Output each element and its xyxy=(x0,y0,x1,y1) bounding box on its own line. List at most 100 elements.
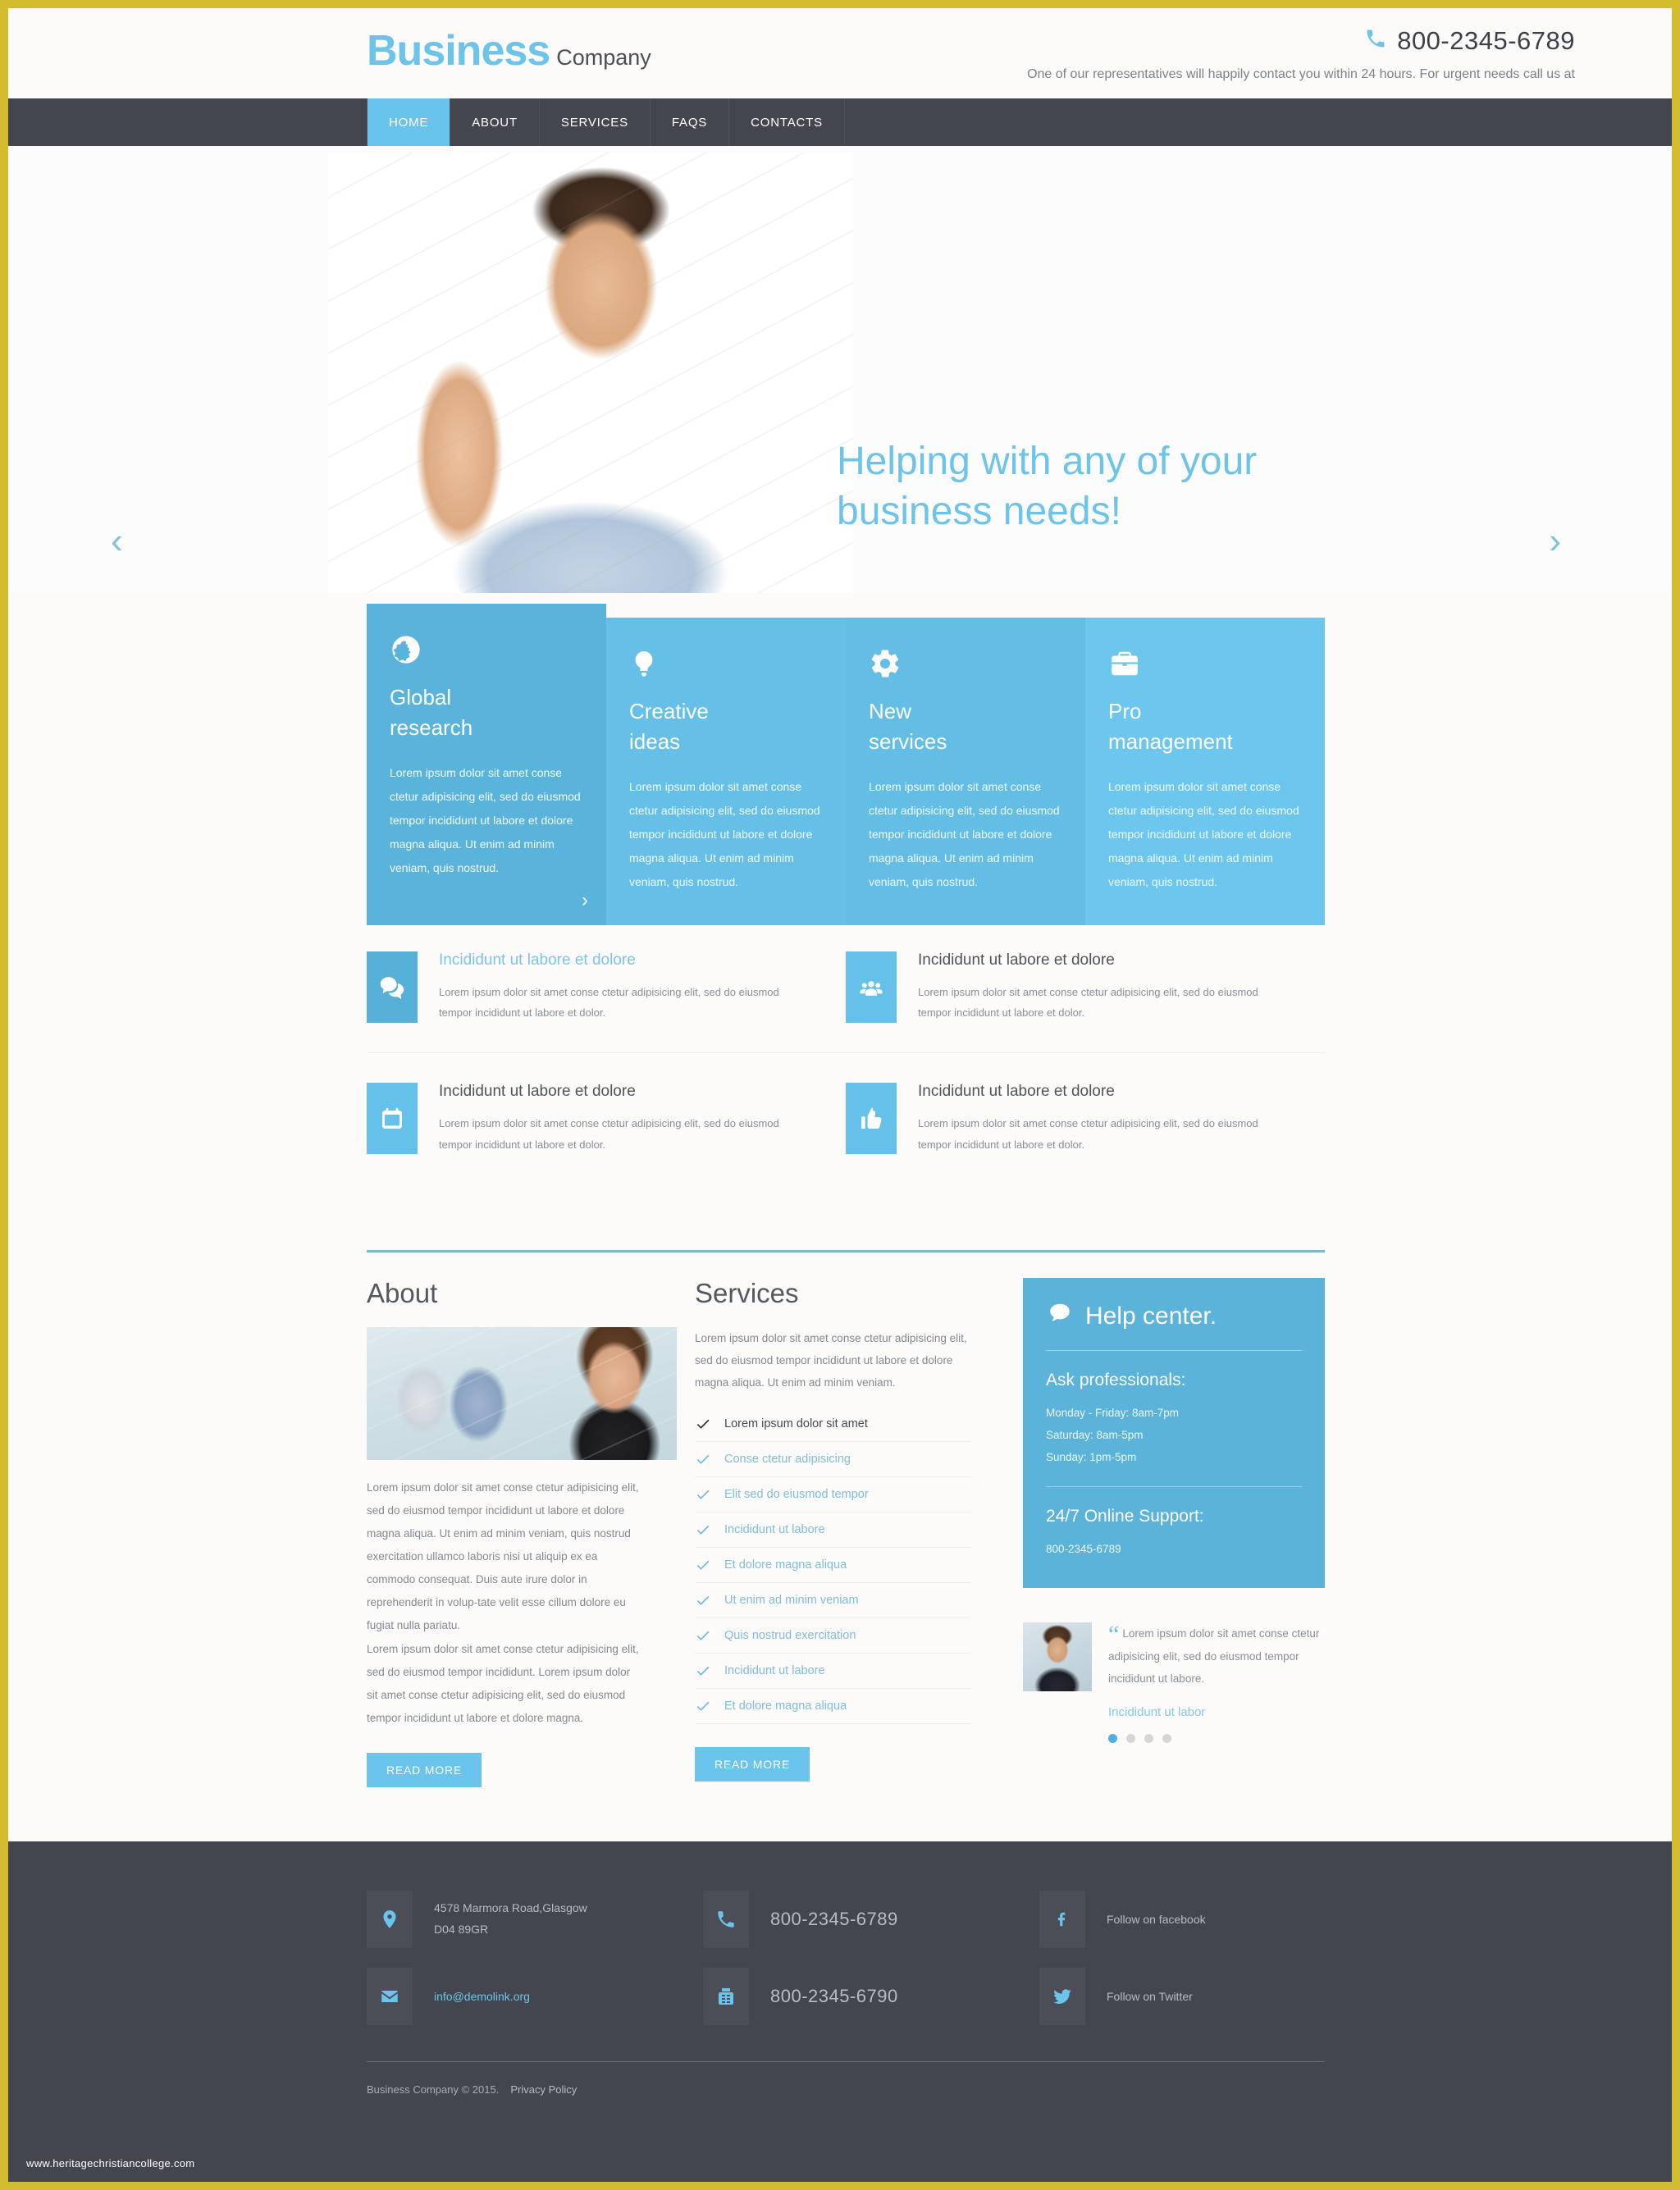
gear-icon xyxy=(869,646,1062,682)
check-icon xyxy=(695,1522,711,1538)
services-intro: Lorem ipsum dolor sit amet conse ctetur … xyxy=(695,1332,967,1389)
services-list-item[interactable]: Et dolore magna aliqua xyxy=(695,1689,972,1724)
feature-title-line2: services xyxy=(869,728,947,754)
footer-phone: 800-2345-6789 xyxy=(703,1891,1039,1948)
about-title: About xyxy=(367,1278,438,1308)
nav-item-contacts[interactable]: CONTACTS xyxy=(729,98,845,146)
feature-title-line2: research xyxy=(390,714,473,740)
pagination-dot[interactable] xyxy=(1108,1734,1117,1744)
services-list-item[interactable]: Lorem ipsum dolor sit amet xyxy=(695,1407,972,1442)
main-navigation: HOME ABOUT SERVICES FAQS CONTACTS xyxy=(8,98,1672,146)
help-center-support-phone[interactable]: 800-2345-6789 xyxy=(1046,1538,1302,1560)
services-list-item[interactable]: Quis nostrud exercitation xyxy=(695,1618,972,1654)
nav-item-services[interactable]: SERVICES xyxy=(540,98,651,146)
calendar-icon xyxy=(367,1083,418,1155)
check-icon xyxy=(695,1486,711,1503)
info-block-title[interactable]: Incididunt ut labore et dolore xyxy=(439,951,805,970)
feature-card-more-arrow-icon[interactable]: › xyxy=(582,891,588,910)
services-list-item[interactable]: Ut enim ad minim veniam xyxy=(695,1583,972,1618)
feature-card-pro-management[interactable]: Pro management Lorem ipsum dolor sit ame… xyxy=(1085,618,1325,925)
info-block-title[interactable]: Incididunt ut labore et dolore xyxy=(918,1083,1284,1102)
services-list-label: Incididunt ut labore xyxy=(724,1523,825,1536)
check-icon xyxy=(695,1663,711,1679)
info-block-text: Lorem ipsum dolor sit amet conse ctetur … xyxy=(918,985,1258,1020)
footer-fax: 800-2345-6790 xyxy=(703,1968,1039,2025)
nav-item-about[interactable]: ABOUT xyxy=(450,98,540,146)
footer-privacy-link[interactable]: Privacy Policy xyxy=(510,2083,577,2096)
services-list-label: Incididunt ut labore xyxy=(724,1664,825,1677)
info-block-title[interactable]: Incididunt ut labore et dolore xyxy=(439,1083,805,1102)
briefcase-icon xyxy=(1108,646,1302,682)
about-read-more-button[interactable]: READ MORE xyxy=(367,1752,482,1787)
content-columns: About Lorem ipsum dolor sit amet conse c… xyxy=(367,1278,1325,1787)
check-icon xyxy=(695,1698,711,1714)
testimonial: “Lorem ipsum dolor sit amet conse ctetur… xyxy=(1023,1622,1325,1744)
globe-icon xyxy=(390,632,583,668)
info-block-team[interactable]: Incididunt ut labore et dolore Lorem ips… xyxy=(846,951,1325,1023)
help-center-support-title: 24/7 Online Support: xyxy=(1046,1507,1204,1526)
feature-title-line2: ideas xyxy=(629,728,681,754)
services-list-item[interactable]: Et dolore magna aliqua xyxy=(695,1548,972,1583)
pagination-dot[interactable] xyxy=(1162,1734,1171,1744)
services-list-item[interactable]: Conse ctetur adipisicing xyxy=(695,1442,972,1477)
feature-card-creative-ideas[interactable]: Creative ideas Lorem ipsum dolor sit ame… xyxy=(606,618,846,925)
hero-photo xyxy=(328,153,853,593)
sidebar-column: Help center. Ask professionals: Monday -… xyxy=(1023,1278,1325,1787)
info-block-body: Incididunt ut labore et dolore Lorem ips… xyxy=(439,1083,805,1154)
help-center-hours-3: Sunday: 1pm-5pm xyxy=(1046,1451,1137,1463)
services-list-label: Ut enim ad minim veniam xyxy=(724,1594,859,1607)
logo-secondary-text: Company xyxy=(556,45,651,70)
feature-card-title: Global research xyxy=(390,682,583,743)
feature-card-global-research[interactable]: Global research Lorem ipsum dolor sit am… xyxy=(367,604,606,925)
check-icon xyxy=(695,1592,711,1608)
footer-row: 4578 Marmora Road,Glasgow D04 89GR 800-2… xyxy=(367,1891,1325,1948)
info-block-calendar[interactable]: Incididunt ut labore et dolore Lorem ips… xyxy=(367,1083,846,1155)
services-list: Lorem ipsum dolor sit amet Conse ctetur … xyxy=(695,1407,972,1724)
footer-phone-number[interactable]: 800-2345-6789 xyxy=(770,1909,898,1930)
footer-address-text: 4578 Marmora Road,Glasgow D04 89GR xyxy=(434,1898,587,1941)
footer-facebook-label: Follow on facebook xyxy=(1107,1913,1206,1926)
nav-item-home[interactable]: HOME xyxy=(367,98,451,146)
nav-item-faqs[interactable]: FAQS xyxy=(651,98,730,146)
footer-divider xyxy=(367,2061,1325,2062)
twitter-icon xyxy=(1039,1968,1085,2025)
services-list-item[interactable]: Elit sed do eiusmod tempor xyxy=(695,1477,972,1512)
testimonial-quote: Lorem ipsum dolor sit amet conse ctetur … xyxy=(1108,1627,1320,1686)
hero-headline: Helping with any of your business needs! xyxy=(837,437,1395,537)
slider-prev-arrow-icon[interactable]: ‹ xyxy=(111,523,123,559)
thumbs-up-icon xyxy=(846,1083,897,1155)
info-block-chat[interactable]: Incididunt ut labore et dolore Lorem ips… xyxy=(367,951,846,1023)
check-icon xyxy=(695,1627,711,1644)
slider-next-arrow-icon[interactable]: › xyxy=(1549,523,1561,559)
lightbulb-icon xyxy=(629,646,823,682)
footer-twitter[interactable]: Follow on Twitter xyxy=(1039,1968,1325,2025)
header-contact: 800-2345-6789 One of our representatives… xyxy=(1027,26,1575,82)
footer-email-link[interactable]: info@demolink.org xyxy=(434,1990,530,2003)
check-icon xyxy=(695,1416,711,1432)
info-block-body: Incididunt ut labore et dolore Lorem ips… xyxy=(918,1083,1284,1154)
pagination-dot[interactable] xyxy=(1144,1734,1153,1744)
services-title: Services xyxy=(695,1278,799,1308)
info-block-text: Lorem ipsum dolor sit amet conse ctetur … xyxy=(439,1117,779,1151)
site-logo[interactable]: Business Company xyxy=(367,26,651,75)
testimonial-author[interactable]: Incididunt ut labor xyxy=(1108,1705,1325,1719)
feature-title-line1: Creative xyxy=(629,699,709,723)
pagination-dot[interactable] xyxy=(1126,1734,1135,1744)
info-block-thumbs-up[interactable]: Incididunt ut labore et dolore Lorem ips… xyxy=(846,1083,1325,1155)
services-list-item[interactable]: Incididunt ut labore xyxy=(695,1654,972,1689)
about-photo xyxy=(367,1327,677,1460)
help-center-hours-2: Saturday: 8am-5pm xyxy=(1046,1429,1144,1441)
feature-title-line1: Pro xyxy=(1108,699,1142,723)
phone-icon xyxy=(1364,27,1387,55)
feature-card-new-services[interactable]: New services Lorem ipsum dolor sit amet … xyxy=(846,618,1085,925)
services-list-label: Lorem ipsum dolor sit amet xyxy=(724,1417,868,1430)
site-footer: 4578 Marmora Road,Glasgow D04 89GR 800-2… xyxy=(8,1841,1672,2182)
info-block-title[interactable]: Incididunt ut labore et dolore xyxy=(918,951,1284,970)
testimonial-body: “Lorem ipsum dolor sit amet conse ctetur… xyxy=(1108,1622,1325,1744)
footer-facebook[interactable]: Follow on facebook xyxy=(1039,1891,1325,1948)
speech-bubbles-icon xyxy=(367,951,418,1023)
help-center-divider xyxy=(1046,1486,1302,1487)
header-phone-row[interactable]: 800-2345-6789 xyxy=(1027,26,1575,56)
services-list-item[interactable]: Incididunt ut labore xyxy=(695,1512,972,1548)
services-read-more-button[interactable]: READ MORE xyxy=(695,1747,810,1782)
